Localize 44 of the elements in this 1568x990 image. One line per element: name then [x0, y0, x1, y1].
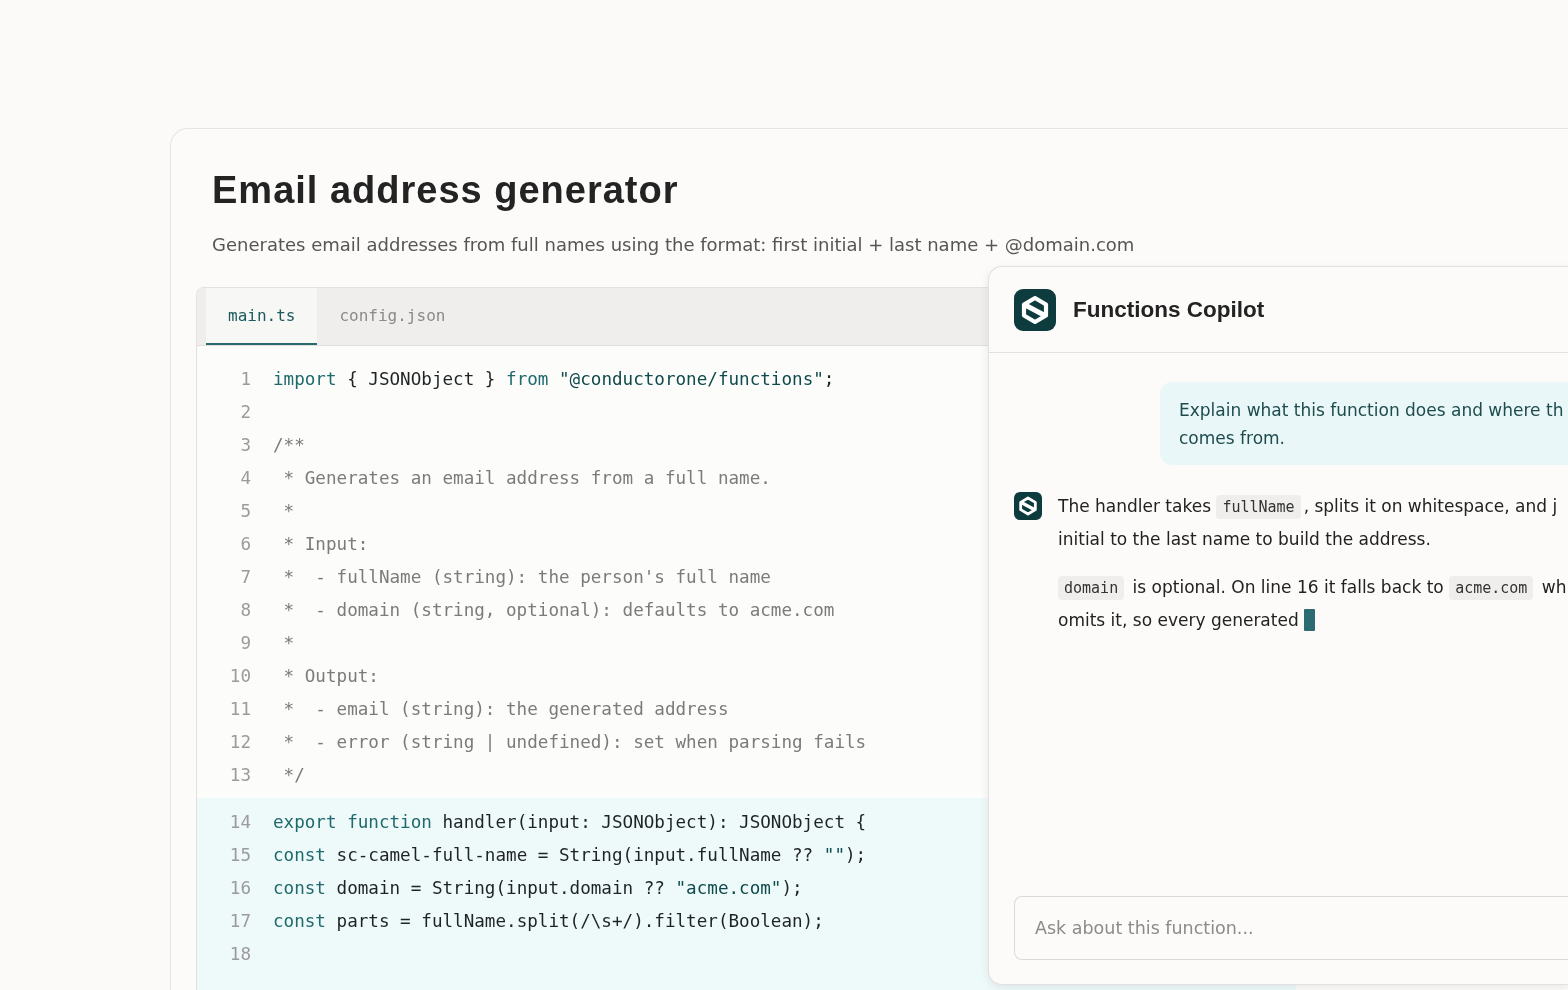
code-line: * Generates an email address from a full name.: [282, 467, 771, 490]
code-line: import { JSONObject } from "@conductorone/functions";: [273, 368, 835, 391]
page-title: Email address generator: [212, 168, 679, 213]
code-line: *: [282, 632, 295, 655]
line-number: 2: [239, 401, 251, 424]
code-line: /**: [273, 434, 305, 457]
line-number: 16: [228, 877, 251, 900]
file-tab[interactable]: main.ts: [206, 288, 318, 345]
code-line: const domain = String(input.domain ?? "acme.com");: [273, 877, 803, 900]
line-number: 10: [228, 665, 251, 688]
line-number: 13: [228, 764, 251, 787]
line-number: 8: [239, 599, 251, 622]
assistant-message-text: domain is optional. On line 16 it falls back to acme.com wh omits it, so every generated: [1058, 575, 1567, 632]
line-number: 17: [228, 910, 251, 933]
line-number: 5: [239, 500, 251, 523]
line-number: 14: [228, 811, 251, 834]
assistant-avatar-icon: [1014, 492, 1042, 520]
line-number: 6: [239, 533, 251, 556]
line-number: 12: [228, 731, 251, 754]
assistant-message-text: The handler takes fullName , splits it on whitespace, and j initial to the last name to build the address.: [1058, 494, 1558, 551]
line-number: 11: [228, 698, 251, 721]
line-number: 3: [239, 434, 251, 457]
code-line: * - fullName (string): the person's full name: [282, 566, 771, 589]
copilot-title: Functions Copilot: [1073, 296, 1265, 323]
copilot-logo-icon: [1014, 288, 1056, 331]
line-number: 7: [239, 566, 251, 589]
code-line: const sc-camel-full-name = String(input.fullName ?? "");: [273, 844, 867, 867]
code-line: * - domain (string, optional): defaults to acme.com: [282, 599, 835, 622]
chat-input[interactable]: Ask about this function...: [1014, 896, 1568, 960]
code-line: export function handler(input: JSONObject): JSONObject {: [273, 811, 867, 834]
code-line: * - error (string | undefined): set when parsing fails: [282, 731, 867, 754]
code-line: * Output:: [282, 665, 379, 688]
code-line: *: [282, 500, 295, 523]
code-line: * Input:: [282, 533, 369, 556]
line-number: 18: [228, 943, 251, 966]
code-line: * - email (string): the generated address: [282, 698, 729, 721]
line-number: 9: [239, 632, 251, 655]
code-line: */: [282, 764, 305, 787]
line-number: 4: [239, 467, 251, 490]
code-line: const parts = fullName.split(/\s+/).filter(Boolean);: [273, 910, 824, 933]
line-number: 15: [228, 844, 251, 867]
line-number: 1: [239, 368, 251, 391]
page-description: Generates email addresses from full names using the format: first initial + last name + @domain.com: [212, 233, 1135, 257]
user-message: Explain what this function does and where th comes from.: [1160, 382, 1568, 465]
